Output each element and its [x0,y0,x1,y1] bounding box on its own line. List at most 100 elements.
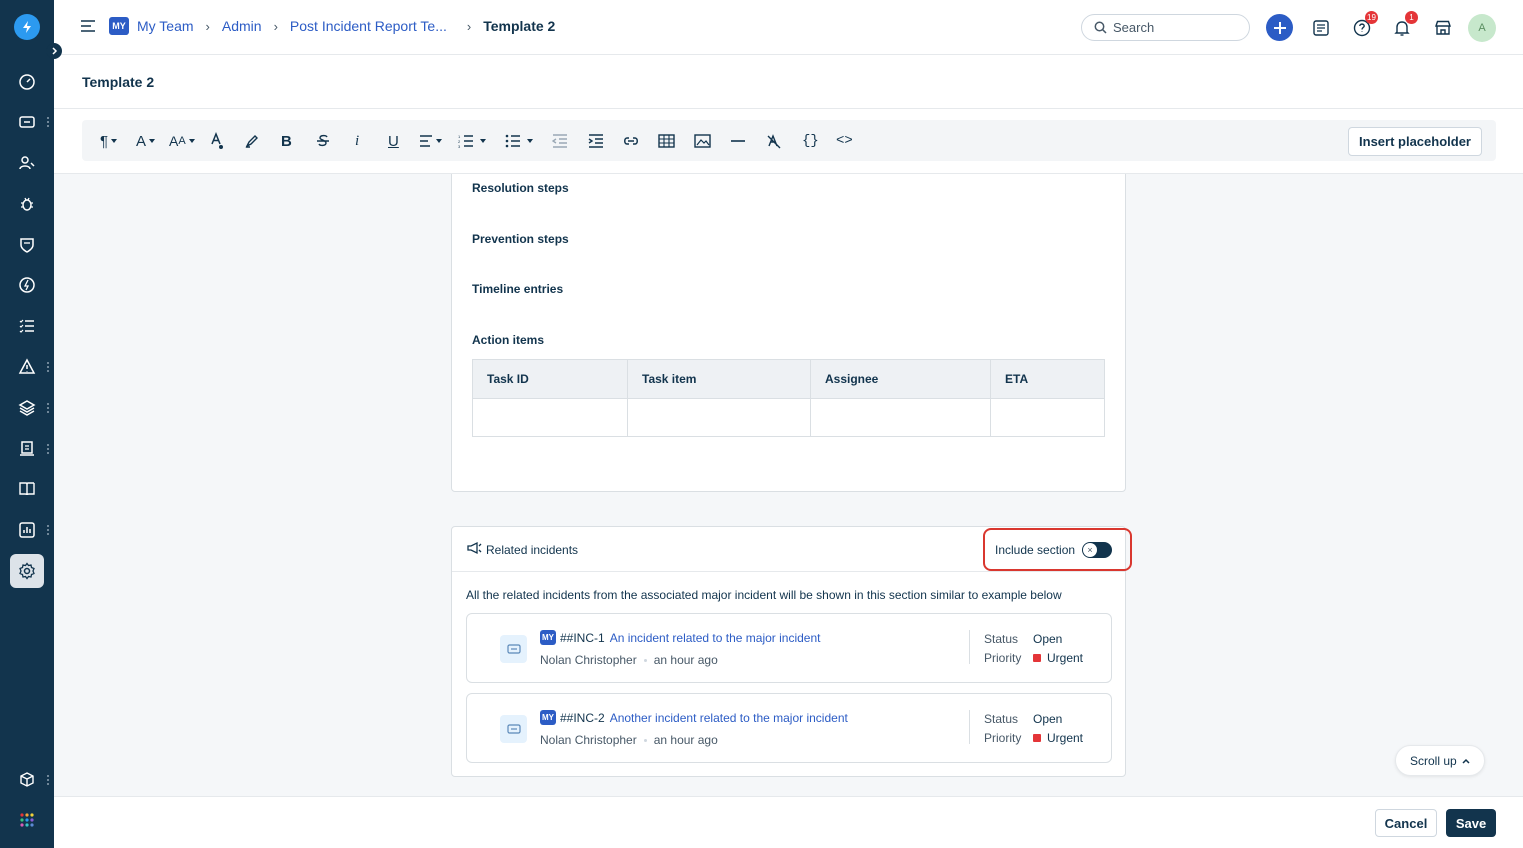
include-section-label: Include section [995,543,1076,557]
code-braces-icon[interactable]: {} [802,131,819,151]
paragraph-format-icon[interactable]: ¶ [100,131,118,151]
breadcrumb-current: Template 2 [483,18,556,34]
image-icon[interactable] [694,131,711,151]
save-button[interactable]: Save [1446,809,1496,837]
table-cell[interactable] [627,398,811,437]
include-section-toggle[interactable]: × [1082,542,1112,558]
insert-placeholder-button[interactable]: Insert placeholder [1348,127,1482,156]
outdent-icon[interactable] [552,131,568,151]
dashboard-icon[interactable] [13,68,41,96]
status-label: Status [984,712,1019,726]
table-header-cell: Task ID [472,359,628,399]
incident-requester: Nolan Christopher [540,653,637,667]
purchase-menu-dots-icon[interactable] [46,443,50,455]
template-body-card[interactable]: Resolution steps Prevention steps Timeli… [451,174,1126,492]
divider [969,630,970,664]
priority-label: Priority [984,731,1022,745]
create-new-button[interactable] [1266,14,1293,41]
table-cell[interactable] [472,398,628,437]
section-heading: Action items [472,333,545,347]
table-icon[interactable] [658,131,675,151]
align-icon[interactable] [419,131,442,151]
table-header-cell: Task item [627,359,811,399]
purchase-orders-icon[interactable] [13,435,41,463]
reports-chart-icon[interactable] [13,516,41,544]
section-heading: Timeline entries [472,282,564,296]
incident-subject-link[interactable]: An incident related to the major inciden… [610,631,821,645]
font-family-icon[interactable]: A [136,131,156,151]
marketplace-store-icon[interactable] [1429,14,1457,42]
urgent-priority-icon [1033,654,1041,662]
font-size-icon[interactable]: AA [169,131,195,151]
italic-icon[interactable]: i [355,131,359,151]
freshservice-logo-icon[interactable] [14,14,40,40]
notifications-bell-icon[interactable]: 1 [1388,11,1418,42]
table-cell[interactable] [810,398,991,437]
apps-cube-icon[interactable] [13,766,41,794]
problems-bug-icon[interactable] [13,190,41,218]
ordered-list-icon[interactable]: 123 [458,131,486,151]
alerts-warning-icon[interactable] [13,353,41,381]
apps-menu-dots-icon[interactable] [46,774,50,786]
search-input[interactable]: Search [1081,14,1250,41]
bold-icon[interactable]: B [281,131,292,151]
incident-subject-link[interactable]: Another incident related to the major in… [610,711,848,725]
priority-value: Urgent [1033,731,1083,745]
menu-hamburger-icon[interactable] [80,19,96,33]
highlight-brush-icon[interactable] [244,131,260,151]
breadcrumb-admin[interactable]: Admin [222,18,262,34]
tickets-icon[interactable] [13,108,41,136]
tasks-list-icon[interactable] [13,312,41,340]
help-question-icon[interactable]: 19 [1348,11,1378,42]
releases-icon[interactable] [13,271,41,299]
assets-menu-dots-icon[interactable] [46,402,50,414]
reports-menu-dots-icon[interactable] [46,524,50,536]
solutions-book-icon[interactable] [13,475,41,503]
page-title: Template 2 [82,74,155,90]
related-incidents-header: Related incidents Include section × [452,527,1132,572]
editor-toolbar-wrapper: ¶ A AA B i U 123 {} <> Insert placeholde… [54,109,1523,174]
changes-shield-icon[interactable] [13,231,41,259]
link-icon[interactable] [622,131,640,151]
notifications-count-badge: 1 [1405,11,1418,24]
user-avatar[interactable]: A [1468,14,1496,42]
action-items-table: Task ID Task item Assignee ETA [472,359,1105,437]
breadcrumb-post-incident-report[interactable]: Post Incident Report Te... [290,18,447,34]
product-switcher-grid-icon[interactable] [13,806,41,834]
strikethrough-icon[interactable] [315,131,331,151]
underline-icon[interactable]: U [388,131,399,151]
urgent-priority-icon [1033,734,1041,742]
admin-settings-gear-icon[interactable] [10,554,44,588]
related-incidents-description: All the related incidents from the assoc… [466,588,1062,602]
search-icon [1094,21,1107,34]
search-placeholder: Search [1113,20,1155,35]
section-heading: Resolution steps [472,181,569,195]
divider [969,710,970,744]
separator-dot [643,738,647,742]
table-cell[interactable] [990,398,1105,437]
assets-layers-icon[interactable] [13,394,41,422]
unordered-list-icon[interactable] [505,131,533,151]
indent-icon[interactable] [588,131,604,151]
chevron-right-icon: › [466,18,472,34]
table-header-cell: Assignee [810,359,991,399]
tickets-menu-dots-icon[interactable] [46,116,50,128]
contacts-icon[interactable] [13,149,41,177]
horizontal-line-icon[interactable] [730,131,746,151]
clear-formatting-icon[interactable] [766,131,782,151]
related-incidents-title: Related incidents [486,543,579,557]
list-item[interactable]: MY ##INC-1 An incident related to the ma… [466,613,1112,683]
expand-sidebar-button[interactable] [46,43,62,59]
breadcrumb-my-team[interactable]: My Team [137,18,194,34]
incident-time: an hour ago [653,733,718,747]
cancel-button[interactable]: Cancel [1375,809,1437,837]
ticket-icon [500,635,527,663]
code-view-icon[interactable]: <> [836,131,853,151]
alerts-menu-dots-icon[interactable] [46,361,50,373]
text-color-icon[interactable] [209,131,225,151]
agent-dashboard-icon[interactable] [1307,14,1335,42]
scroll-up-button[interactable]: Scroll up [1395,745,1485,776]
list-item[interactable]: MY ##INC-2 Another incident related to t… [466,693,1112,763]
top-header: MY My Team › Admin › Post Incident Repor… [54,0,1523,55]
incident-time: an hour ago [653,653,718,667]
